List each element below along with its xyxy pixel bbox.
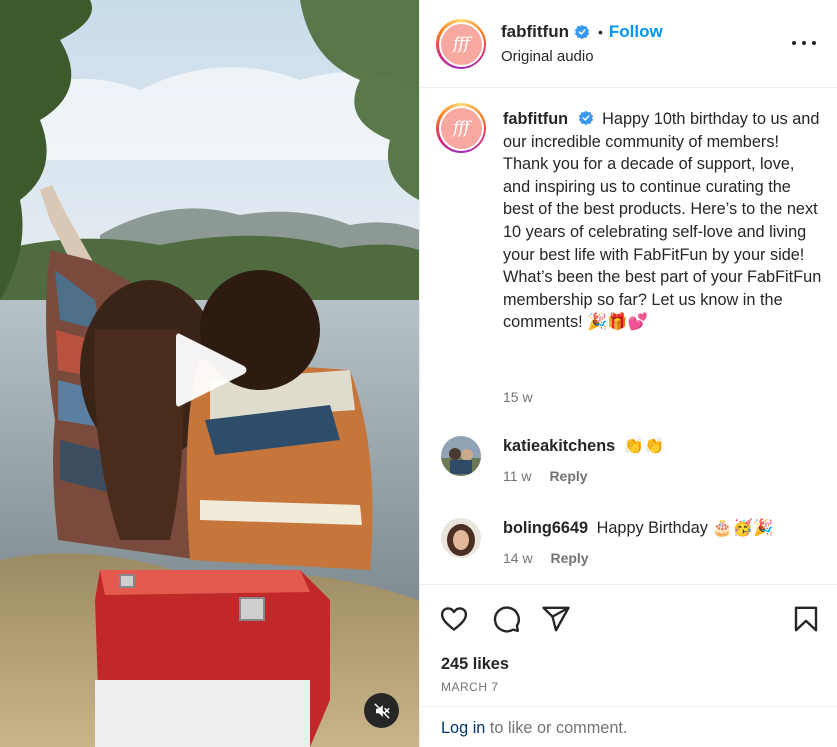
more-options-icon xyxy=(792,41,796,45)
action-bar xyxy=(420,584,837,648)
comment-button[interactable] xyxy=(491,604,521,634)
verified-badge-icon xyxy=(578,110,593,126)
heart-icon xyxy=(440,607,468,631)
save-button[interactable] xyxy=(791,604,821,634)
comment-timestamp: 14 w xyxy=(503,550,533,566)
verified-badge-icon xyxy=(574,24,590,40)
audio-label[interactable]: Original audio xyxy=(501,48,594,65)
comment-bubble-icon xyxy=(493,606,520,633)
follow-button[interactable]: Follow xyxy=(609,22,663,42)
caption-author-avatar[interactable]: fff xyxy=(436,103,486,153)
comment-text: Happy Birthday 🎂🥳🎉 xyxy=(596,519,774,537)
avatar-logo: fff xyxy=(440,23,482,65)
paper-plane-icon xyxy=(542,606,570,632)
commenter-username[interactable]: boling6649 xyxy=(503,519,588,537)
caption-username[interactable]: fabfitfun xyxy=(503,110,568,128)
comment-timestamp: 11 w xyxy=(503,468,532,484)
post-date[interactable]: MARCH 7 xyxy=(441,680,499,694)
separator-dot: • xyxy=(597,24,603,40)
mute-toggle-button[interactable] xyxy=(364,693,399,728)
bookmark-icon xyxy=(794,606,818,632)
likes-count[interactable]: 245 likes xyxy=(441,655,509,674)
author-avatar[interactable]: fff xyxy=(436,19,486,69)
share-button[interactable] xyxy=(541,604,571,634)
like-button[interactable] xyxy=(439,604,469,634)
more-options-button[interactable] xyxy=(792,34,816,52)
caption-text: Happy 10th birthday to us and our incred… xyxy=(503,110,822,332)
comment-item: boling6649 Happy Birthday 🎂🥳🎉 14 w Reply xyxy=(420,518,837,588)
comment-text: 👏👏 xyxy=(623,437,665,455)
author-line: fabfitfun • Follow xyxy=(501,22,663,42)
login-prompt: Log in to like or comment. xyxy=(420,706,837,747)
commenter-avatar[interactable] xyxy=(441,436,481,476)
caption-body: fabfitfun Happy 10th birthday to us and … xyxy=(503,108,823,334)
play-button[interactable] xyxy=(172,328,250,412)
muted-speaker-icon xyxy=(374,703,389,718)
commenter-username[interactable]: katieakitchens xyxy=(503,437,615,455)
commenter-avatar[interactable] xyxy=(441,518,481,558)
reply-button[interactable]: Reply xyxy=(550,550,588,566)
comment-item: katieakitchens 👏👏 11 w Reply xyxy=(420,436,837,506)
login-link[interactable]: Log in xyxy=(441,719,485,737)
post-header: fff fabfitfun • Follow Original audio xyxy=(420,0,837,88)
reply-button[interactable]: Reply xyxy=(549,468,587,484)
video-media[interactable] xyxy=(0,0,419,747)
avatar-logo: fff xyxy=(440,107,482,149)
login-prompt-text: to like or comment. xyxy=(489,719,628,737)
author-username[interactable]: fabfitfun xyxy=(501,22,569,42)
post-details-panel: fff fabfitfun • Follow Original audio ff… xyxy=(419,0,837,747)
caption-timestamp: 15 w xyxy=(503,389,533,405)
play-icon xyxy=(176,333,247,407)
